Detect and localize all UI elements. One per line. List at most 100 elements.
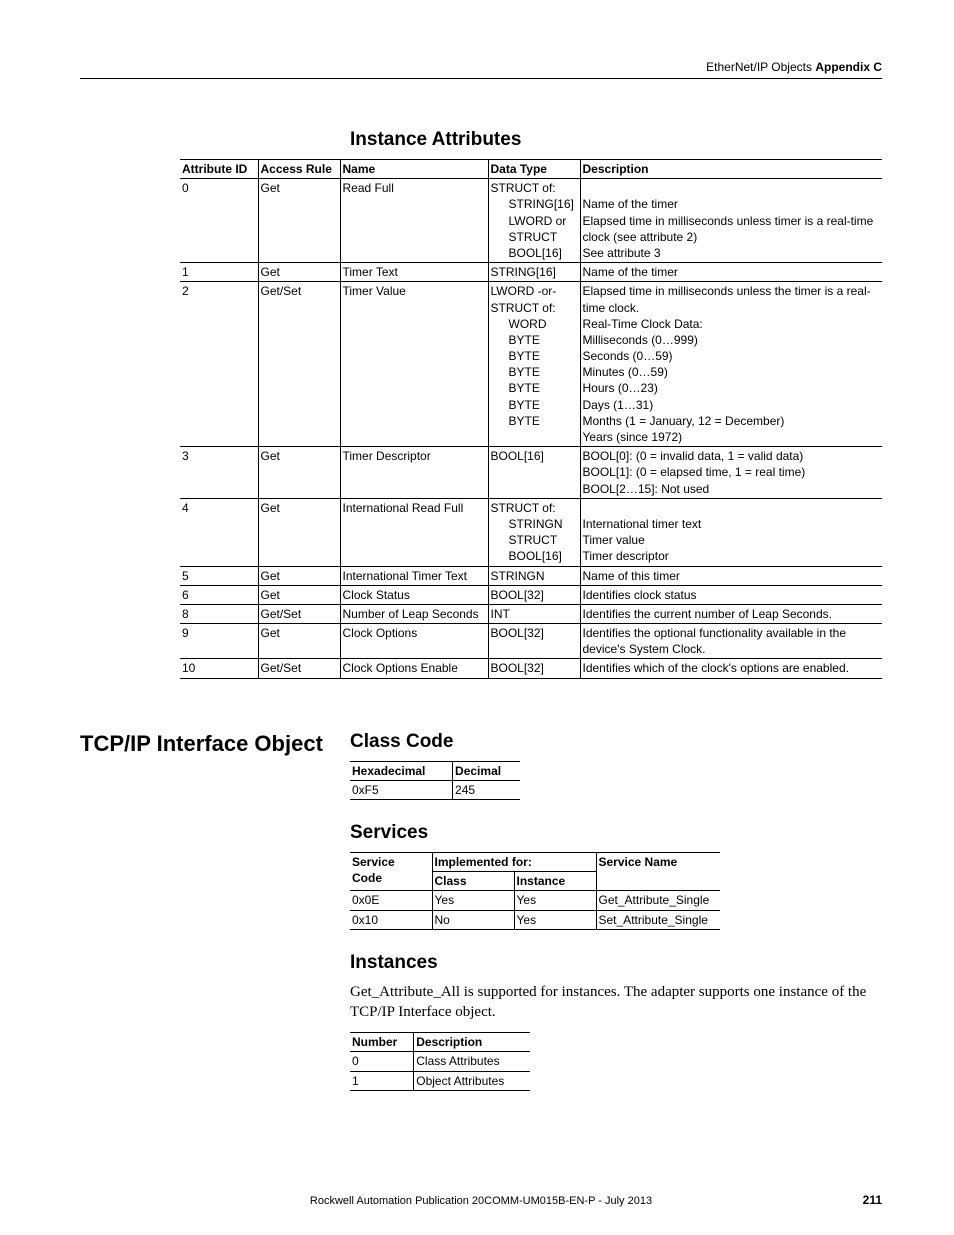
cell-name: Timer Descriptor	[340, 447, 488, 499]
col-dec: Decimal	[453, 761, 520, 780]
col-description: Description	[414, 1033, 530, 1052]
cell-name: Read Full	[340, 179, 488, 263]
cell-data-type: BOOL[32]	[488, 585, 580, 604]
tcpip-interface-object-heading: TCP/IP Interface Object	[80, 731, 323, 757]
cell-attr-id: 8	[180, 604, 258, 623]
instances-table: Number Description 0Class Attributes1Obj…	[350, 1032, 530, 1091]
cell: 1	[350, 1071, 414, 1090]
cell-access-rule: Get	[258, 179, 340, 263]
table-row: 3GetTimer DescriptorBOOL[16]BOOL[0]: (0 …	[180, 447, 882, 499]
cell: Yes	[514, 891, 596, 910]
cell-data-type: LWORD -or-STRUCT of:WORDBYTEBYTEBYTEBYTE…	[488, 282, 580, 447]
cell: 0x0E	[350, 891, 432, 910]
col-name: Name	[340, 160, 488, 179]
col-number: Number	[350, 1033, 414, 1052]
cell: Class Attributes	[414, 1052, 530, 1071]
cell: Get_Attribute_Single	[596, 891, 720, 910]
table-row: 6GetClock StatusBOOL[32]Identifies clock…	[180, 585, 882, 604]
cell: Yes	[432, 891, 514, 910]
cell-name: International Timer Text	[340, 566, 488, 585]
services-heading: Services	[350, 822, 882, 844]
cell-attr-id: 10	[180, 659, 258, 678]
col-data-type: Data Type	[488, 160, 580, 179]
table-row: 2Get/SetTimer ValueLWORD -or-STRUCT of:W…	[180, 282, 882, 447]
cell-description: Identifies which of the clock's options …	[580, 659, 882, 678]
cell-name: Clock Options Enable	[340, 659, 488, 678]
cell: Object Attributes	[414, 1071, 530, 1090]
cell: No	[432, 910, 514, 929]
table-row: 8Get/SetNumber of Leap SecondsINTIdentif…	[180, 604, 882, 623]
cell-name: Timer Text	[340, 263, 488, 282]
table-row: 4GetInternational Read FullSTRUCT of:STR…	[180, 498, 882, 566]
table-row: 0x10NoYesSet_Attribute_Single	[350, 910, 720, 929]
table-row: 0xF5 245	[350, 780, 520, 799]
cell-access-rule: Get	[258, 624, 340, 659]
cell-name: Clock Options	[340, 624, 488, 659]
cell-hex: 0xF5	[350, 780, 453, 799]
cell: Set_Attribute_Single	[596, 910, 720, 929]
cell: 0	[350, 1052, 414, 1071]
cell-description: International timer textTimer valueTimer…	[580, 498, 882, 566]
cell-access-rule: Get	[258, 447, 340, 499]
table-row: 0Class Attributes	[350, 1052, 530, 1071]
table-row: 10Get/SetClock Options EnableBOOL[32]Ide…	[180, 659, 882, 678]
cell-attr-id: 6	[180, 585, 258, 604]
cell-data-type: BOOL[32]	[488, 624, 580, 659]
cell-description: BOOL[0]: (0 = invalid data, 1 = valid da…	[580, 447, 882, 499]
cell-attr-id: 0	[180, 179, 258, 263]
class-code-heading: Class Code	[350, 731, 882, 753]
cell-description: Elapsed time in milliseconds unless the …	[580, 282, 882, 447]
cell-dec: 245	[453, 780, 520, 799]
cell-access-rule: Get/Set	[258, 604, 340, 623]
cell-data-type: STRUCT of:STRING[16]LWORD or STRUCTBOOL[…	[488, 179, 580, 263]
table-row: 0x0EYesYesGet_Attribute_Single	[350, 891, 720, 910]
cell-data-type: STRUCT of:STRINGNSTRUCTBOOL[16]	[488, 498, 580, 566]
header-rule	[80, 78, 882, 79]
cell-name: Timer Value	[340, 282, 488, 447]
instances-heading: Instances	[350, 952, 882, 974]
cell-description: Identifies clock status	[580, 585, 882, 604]
header-section: EtherNet/IP Objects	[706, 60, 812, 74]
cell-description: Name of this timer	[580, 566, 882, 585]
cell-description: Name of the timer	[580, 263, 882, 282]
cell-description: Identifies the current number of Leap Se…	[580, 604, 882, 623]
col-service-code: Service Code	[350, 853, 432, 891]
services-table: Service Code Implemented for: Service Na…	[350, 852, 720, 930]
cell-data-type: STRINGN	[488, 566, 580, 585]
table-row: 0GetRead FullSTRUCT of:STRING[16]LWORD o…	[180, 179, 882, 263]
cell-access-rule: Get	[258, 566, 340, 585]
page-footer: Rockwell Automation Publication 20COMM-U…	[80, 1195, 882, 1207]
cell-access-rule: Get/Set	[258, 659, 340, 678]
table-row: 5GetInternational Timer TextSTRINGNName …	[180, 566, 882, 585]
table-row: 1GetTimer TextSTRING[16]Name of the time…	[180, 263, 882, 282]
footer-publication: Rockwell Automation Publication 20COMM-U…	[80, 1195, 882, 1207]
cell-name: Number of Leap Seconds	[340, 604, 488, 623]
col-attr-id: Attribute ID	[180, 160, 258, 179]
cell-access-rule: Get/Set	[258, 282, 340, 447]
cell: Yes	[514, 910, 596, 929]
cell-access-rule: Get	[258, 585, 340, 604]
cell-attr-id: 5	[180, 566, 258, 585]
table-row: 9GetClock OptionsBOOL[32]Identifies the …	[180, 624, 882, 659]
cell-description: Name of the timerElapsed time in millise…	[580, 179, 882, 263]
cell-attr-id: 9	[180, 624, 258, 659]
class-code-table: Hexadecimal Decimal 0xF5 245	[350, 761, 520, 800]
col-service-name: Service Name	[596, 853, 720, 891]
col-instance: Instance	[514, 872, 596, 891]
instance-attributes-heading: Instance Attributes	[350, 129, 882, 151]
instance-attributes-table: Attribute ID Access Rule Name Data Type …	[180, 159, 882, 679]
table-header-row: Attribute ID Access Rule Name Data Type …	[180, 160, 882, 179]
cell: 0x10	[350, 910, 432, 929]
cell-name: Clock Status	[340, 585, 488, 604]
instances-body-text: Get_Attribute_All is supported for insta…	[350, 982, 882, 1023]
cell-data-type: STRING[16]	[488, 263, 580, 282]
col-hex: Hexadecimal	[350, 761, 453, 780]
running-header: EtherNet/IP Objects Appendix C	[80, 60, 882, 74]
cell-name: International Read Full	[340, 498, 488, 566]
cell-access-rule: Get	[258, 263, 340, 282]
header-appendix: Appendix C	[815, 60, 882, 74]
cell-access-rule: Get	[258, 498, 340, 566]
col-access-rule: Access Rule	[258, 160, 340, 179]
cell-data-type: BOOL[32]	[488, 659, 580, 678]
col-implemented-for: Implemented for:	[432, 853, 596, 872]
